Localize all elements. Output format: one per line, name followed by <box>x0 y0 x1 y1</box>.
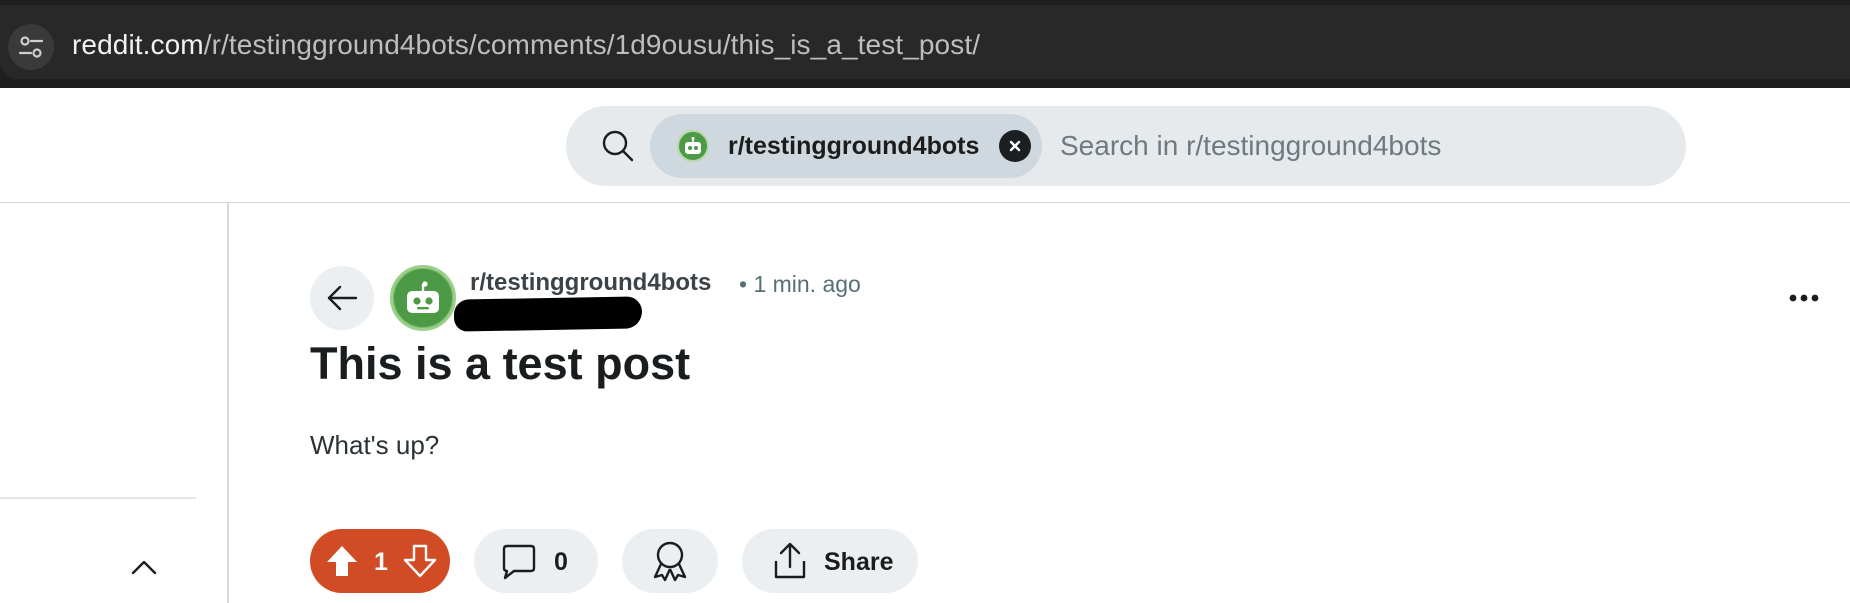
url-text[interactable]: reddit.com/r/testingground4bots/comments… <box>72 29 980 61</box>
subreddit-search-chip[interactable]: r/testingground4bots <box>650 114 1042 178</box>
redacted-username <box>453 296 643 332</box>
subreddit-link[interactable]: r/testingground4bots <box>470 269 711 297</box>
subreddit-avatar[interactable] <box>390 265 456 331</box>
more-horizontal-icon <box>1789 294 1819 302</box>
address-bar[interactable]: reddit.com/r/testingground4bots/comments… <box>0 5 1850 79</box>
url-host: reddit.com <box>72 29 204 60</box>
more-options-button[interactable] <box>1784 280 1824 316</box>
url-path: /r/testingground4bots/comments/1d9ousu/t… <box>203 29 981 60</box>
comments-button[interactable]: 0 <box>474 529 598 593</box>
left-sidebar <box>0 203 229 603</box>
subreddit-avatar <box>677 130 709 162</box>
post-timestamp: • 1 min. ago <box>739 271 861 297</box>
comment-count: 0 <box>554 548 568 576</box>
site-header: r/testingground4bots <box>0 88 1850 203</box>
arrow-left-icon <box>327 285 358 311</box>
search-input[interactable] <box>1060 116 1660 176</box>
vote-control: 1 <box>310 529 450 593</box>
chip-remove-button[interactable] <box>999 130 1031 162</box>
back-button[interactable] <box>310 266 374 330</box>
site-settings-button[interactable] <box>8 24 54 70</box>
downvote-icon[interactable] <box>402 543 438 579</box>
robot-icon <box>407 281 439 313</box>
award-icon <box>653 541 687 582</box>
close-icon <box>1009 140 1021 152</box>
share-label: Share <box>824 548 894 576</box>
upvote-icon[interactable] <box>324 543 360 579</box>
browser-toolbar: reddit.com/r/testingground4bots/comments… <box>0 0 1850 88</box>
chevron-up-icon <box>131 560 157 575</box>
search-icon <box>602 130 634 162</box>
vote-count: 1 <box>374 548 388 576</box>
post-body: What's up? <box>310 430 440 460</box>
search-bar[interactable]: r/testingground4bots <box>566 106 1686 186</box>
chip-label: r/testingground4bots <box>728 132 980 160</box>
post-title: This is a test post <box>310 338 691 389</box>
comment-icon <box>502 544 536 580</box>
robot-icon <box>685 137 701 154</box>
tune-icon <box>18 36 44 58</box>
share-button[interactable]: Share <box>742 529 918 593</box>
share-icon <box>774 542 806 579</box>
award-button[interactable] <box>622 529 718 593</box>
collapse-section-button[interactable] <box>126 549 162 585</box>
sidebar-divider <box>0 497 196 499</box>
